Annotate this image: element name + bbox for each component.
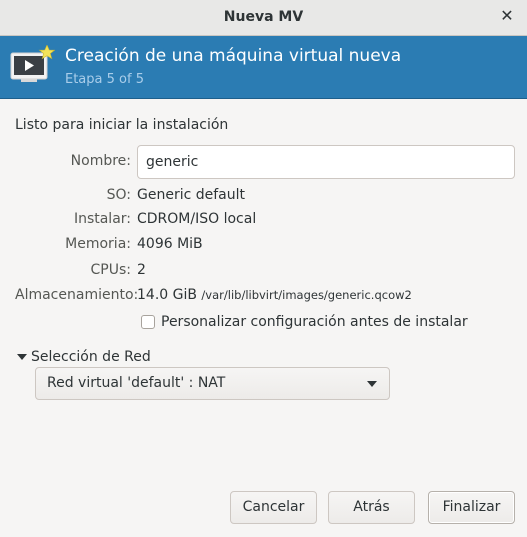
finish-button[interactable]: Finalizar — [428, 491, 515, 524]
os-label: SO: — [106, 187, 131, 203]
network-expander-label: Selección de Red — [31, 349, 151, 365]
storage-size: 14.0 GiB — [137, 287, 197, 303]
new-vm-icon — [10, 45, 55, 82]
close-icon[interactable]: ✕ — [499, 8, 515, 24]
wizard-banner: Creación de una máquina virtual nueva Et… — [0, 36, 527, 99]
name-label: Nombre: — [70, 153, 131, 169]
vm-name-input[interactable] — [137, 145, 515, 179]
wizard-title: Creación de una máquina virtual nueva — [65, 46, 402, 66]
back-button[interactable]: Atrás — [328, 491, 415, 524]
chevron-down-icon — [367, 381, 377, 387]
cancel-button[interactable]: Cancelar — [230, 491, 317, 524]
network-select-value: Red virtual 'default' : NAT — [47, 375, 226, 391]
network-expander[interactable]: Selección de Red — [17, 349, 151, 365]
network-select[interactable]: Red virtual 'default' : NAT — [35, 367, 390, 400]
storage-label: Almacenamiento: — [15, 287, 139, 303]
window-title: Nueva MV — [223, 9, 304, 25]
ready-heading: Listo para iniciar la instalación — [15, 117, 229, 133]
title-bar: Nueva MV ✕ — [0, 0, 527, 36]
install-label: Instalar: — [73, 211, 131, 227]
storage-path: /var/lib/libvirt/images/generic.qcow2 — [201, 288, 412, 302]
memory-value: 4096 MiB — [137, 236, 203, 252]
customize-checkbox[interactable] — [141, 315, 155, 329]
cpus-label: CPUs: — [90, 262, 131, 278]
os-value: Generic default — [137, 187, 246, 203]
storage-value: 14.0 GiB /var/lib/libvirt/images/generic… — [137, 287, 412, 303]
install-value: CDROM/ISO local — [137, 211, 257, 227]
expander-down-icon — [17, 354, 27, 360]
cpus-value: 2 — [137, 262, 146, 278]
wizard-step: Etapa 5 of 5 — [65, 72, 144, 87]
memory-label: Memoria: — [65, 236, 131, 252]
customize-label: Personalizar configuración antes de inst… — [161, 314, 468, 330]
customize-option[interactable]: Personalizar configuración antes de inst… — [141, 313, 468, 331]
